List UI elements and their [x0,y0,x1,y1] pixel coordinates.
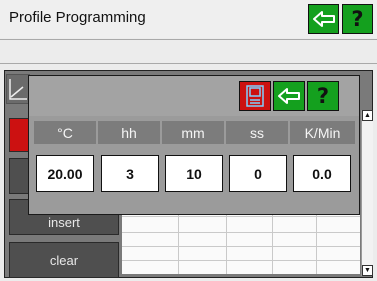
dialog-value-row: 20.00 3 10 0 0.0 [34,151,355,200]
save-disk-icon [246,85,264,107]
dialog-header-row: °C hh mm ss K/Min [34,121,355,144]
profile-programming-screen: Profile Programming ? insert clear ▲ ▼ ?… [0,0,377,281]
minutes-field[interactable]: 10 [165,155,223,192]
header-seconds: ss [226,121,289,144]
edit-step-dialog: ? °C hh mm ss K/Min 20.00 3 10 0 0.0 [28,75,360,215]
back-button[interactable] [308,4,339,34]
graph-icon [9,79,27,100]
dialog-help-button[interactable]: ? [307,81,339,111]
header-rate: K/Min [290,121,355,144]
dialog-back-button[interactable] [273,81,305,111]
header-minutes: mm [162,121,225,144]
hours-field[interactable]: 3 [101,155,159,192]
temperature-field[interactable]: 20.00 [36,155,94,192]
help-icon: ? [316,84,330,108]
clear-label: clear [49,252,79,268]
back-arrow-icon [278,88,300,104]
rate-field[interactable]: 0.0 [293,155,351,192]
scroll-up-icon[interactable]: ▲ [362,110,373,121]
graph-button[interactable] [6,74,30,104]
header-hours: hh [98,121,161,144]
insert-label: insert [48,214,80,230]
header-temperature: °C [34,121,97,144]
title-divider [0,39,377,40]
help-button[interactable]: ? [342,4,373,34]
toolbar-divider [0,63,377,64]
save-button[interactable] [239,81,271,111]
table-scrollbar[interactable]: ▲ ▼ [361,110,373,276]
clear-button[interactable]: clear [9,242,119,278]
back-arrow-icon [312,11,335,27]
scroll-down-icon[interactable]: ▼ [362,265,373,276]
help-icon: ? [351,7,364,31]
seconds-field[interactable]: 0 [229,155,287,192]
window-title: Profile Programming [9,9,146,26]
title-bar: Profile Programming ? [0,0,377,38]
